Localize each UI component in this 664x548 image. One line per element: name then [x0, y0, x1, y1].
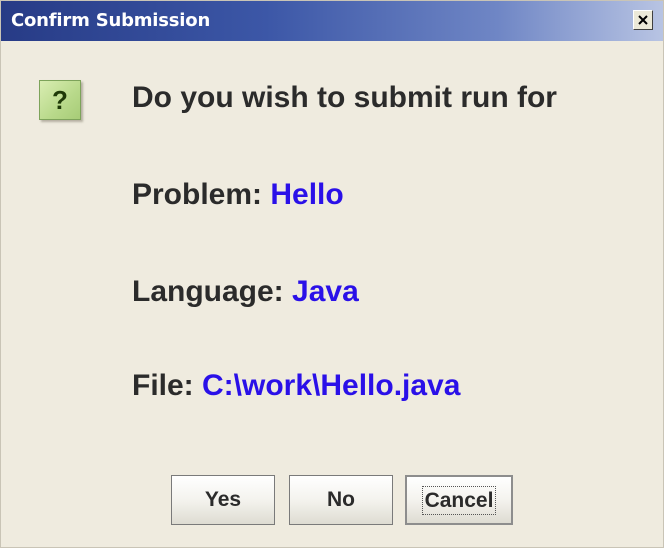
file-value: C:\work\Hello.java: [202, 369, 461, 402]
close-icon: [638, 15, 648, 25]
question-icon: ?: [39, 80, 81, 120]
cancel-button[interactable]: Cancel: [405, 475, 513, 525]
question-text: Do you wish to submit run for: [132, 81, 557, 114]
file-label: File:: [132, 369, 194, 402]
close-button[interactable]: [633, 10, 653, 30]
file-line: File: C:\work\Hello.java: [132, 369, 460, 403]
cancel-button-label: Cancel: [421, 485, 497, 515]
question-mark-glyph: ?: [52, 85, 68, 115]
language-value: Java: [292, 275, 359, 308]
problem-value: Hello: [270, 178, 344, 211]
problem-line: Problem: Hello: [132, 178, 344, 212]
yes-button[interactable]: Yes: [171, 475, 275, 525]
language-label: Language:: [132, 275, 284, 308]
no-button[interactable]: No: [289, 475, 393, 525]
problem-label: Problem:: [132, 178, 263, 211]
title-bar: Confirm Submission: [1, 1, 663, 41]
language-line: Language: Java: [132, 275, 359, 309]
window-title: Confirm Submission: [11, 10, 211, 31]
confirm-submission-dialog: Confirm Submission ? Do you wish to subm…: [0, 0, 664, 548]
